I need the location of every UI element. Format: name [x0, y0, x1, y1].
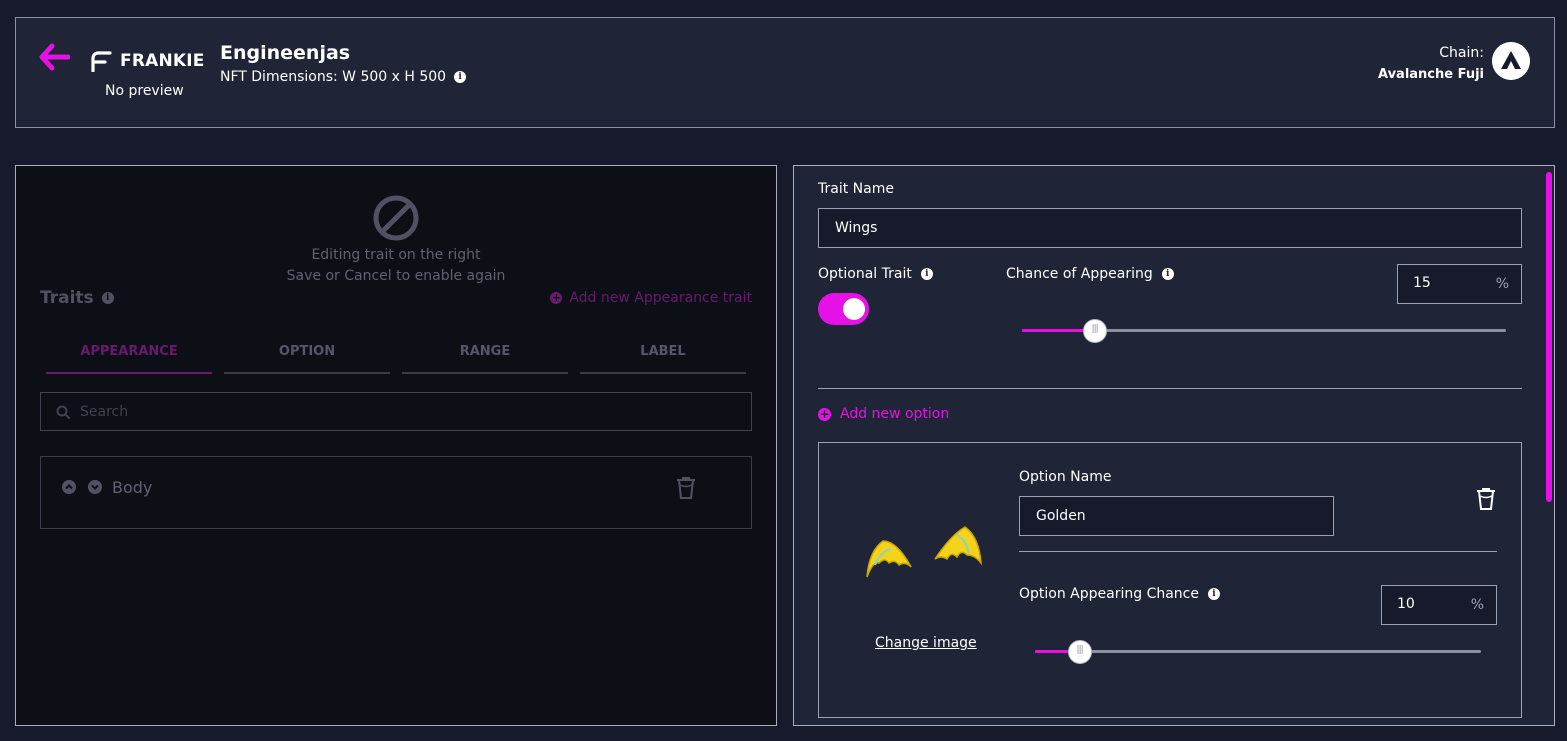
info-icon[interactable]: i — [1207, 588, 1220, 600]
traits-heading: Traits i — [40, 288, 114, 308]
chevron-up-icon[interactable] — [62, 480, 76, 494]
search-icon — [56, 405, 70, 419]
option-divider — [1019, 551, 1497, 552]
option-name-label: Option Name — [1019, 469, 1112, 485]
chain-label: Chain: — [1439, 45, 1484, 61]
option-name-input[interactable] — [1019, 496, 1334, 536]
option-chance-percent-input[interactable]: 10 % — [1381, 585, 1497, 625]
project-header: FRANKIE No preview Engineenjas NFT Dimen… — [15, 17, 1555, 128]
arrow-left-icon[interactable] — [38, 43, 70, 71]
disabled-message: Editing trait on the right — [311, 247, 481, 263]
frankie-logo: FRANKIE — [90, 50, 205, 72]
percent-sign: % — [1495, 276, 1509, 292]
trash-icon[interactable] — [1475, 487, 1497, 511]
tab-option[interactable]: OPTION — [224, 344, 390, 374]
project-title: Engineenjas — [220, 42, 351, 64]
chance-percent-input[interactable]: 15 % — [1397, 264, 1522, 304]
trait-name-label: Trait Name — [818, 181, 894, 197]
trait-name-input[interactable] — [818, 208, 1522, 248]
chance-of-appearing-text: Chance of Appearing — [1006, 266, 1153, 282]
section-divider — [818, 388, 1522, 389]
optional-trait-text: Optional Trait — [818, 266, 912, 282]
add-option-label: Add new option — [840, 406, 950, 422]
option-card: Change image Option Name Option Appearin… — [818, 442, 1522, 718]
logo-text: FRANKIE — [120, 51, 205, 71]
optional-trait-label: Optional Trait i — [818, 266, 933, 282]
chevron-down-icon[interactable] — [88, 480, 102, 494]
search-box — [40, 392, 752, 431]
chance-percent-value: 15 — [1413, 275, 1431, 291]
option-chance-text: Option Appearing Chance — [1019, 586, 1199, 602]
scrollbar[interactable] — [1546, 172, 1552, 502]
add-appearance-trait-button: + Add new Appearance trait — [550, 290, 752, 306]
info-icon: i — [101, 292, 114, 304]
slider-thumb[interactable] — [1082, 319, 1107, 343]
nft-dimensions-text: NFT Dimensions: W 500 x H 500 — [220, 69, 447, 85]
optional-trait-toggle[interactable] — [818, 293, 869, 325]
wings-image — [866, 526, 982, 578]
toggle-knob — [843, 298, 865, 320]
trait-row[interactable]: Body — [40, 456, 752, 529]
disabled-icon — [373, 195, 419, 241]
tab-range[interactable]: RANGE — [402, 344, 568, 374]
option-chance-slider[interactable] — [1035, 640, 1481, 664]
search-input[interactable] — [80, 403, 680, 420]
change-image-link[interactable]: Change image — [875, 635, 977, 651]
info-icon[interactable]: i — [1161, 268, 1174, 280]
nft-dimensions: NFT Dimensions: W 500 x H 500 i — [220, 69, 467, 85]
trait-row-label: Body — [112, 478, 153, 497]
plus-circle-icon: + — [818, 406, 831, 421]
no-preview-label: No preview — [105, 83, 184, 99]
avalanche-logo-icon — [1492, 42, 1530, 80]
trash-icon[interactable] — [675, 476, 697, 500]
info-icon[interactable]: i — [920, 268, 933, 280]
traits-panel: Editing trait on the right Save or Cance… — [15, 165, 777, 726]
slider-thumb[interactable] — [1067, 640, 1092, 664]
info-icon[interactable]: i — [454, 71, 467, 83]
option-chance-label: Option Appearing Chance i — [1019, 586, 1220, 602]
frankie-logo-icon — [91, 51, 112, 72]
option-chance-value: 10 — [1397, 596, 1415, 612]
add-new-option-button[interactable]: + Add new option — [818, 406, 949, 422]
trait-editor-panel: Trait Name Optional Trait i Chance of Ap… — [793, 165, 1555, 726]
reorder-controls — [62, 480, 102, 494]
traits-title: Traits — [40, 288, 94, 308]
chance-slider[interactable] — [1022, 319, 1506, 343]
chain-value: Avalanche Fuji — [1377, 67, 1484, 82]
tab-label[interactable]: LABEL — [580, 344, 746, 374]
tab-appearance[interactable]: APPEARANCE — [46, 344, 212, 374]
add-trait-label: Add new Appearance trait — [569, 290, 752, 306]
chance-of-appearing-label: Chance of Appearing i — [1006, 266, 1174, 282]
plus-circle-icon: + — [550, 291, 563, 304]
trait-type-tabs: APPEARANCE OPTION RANGE LABEL — [46, 344, 746, 374]
disabled-hint: Save or Cancel to enable again — [286, 268, 506, 284]
percent-sign: % — [1470, 597, 1484, 613]
